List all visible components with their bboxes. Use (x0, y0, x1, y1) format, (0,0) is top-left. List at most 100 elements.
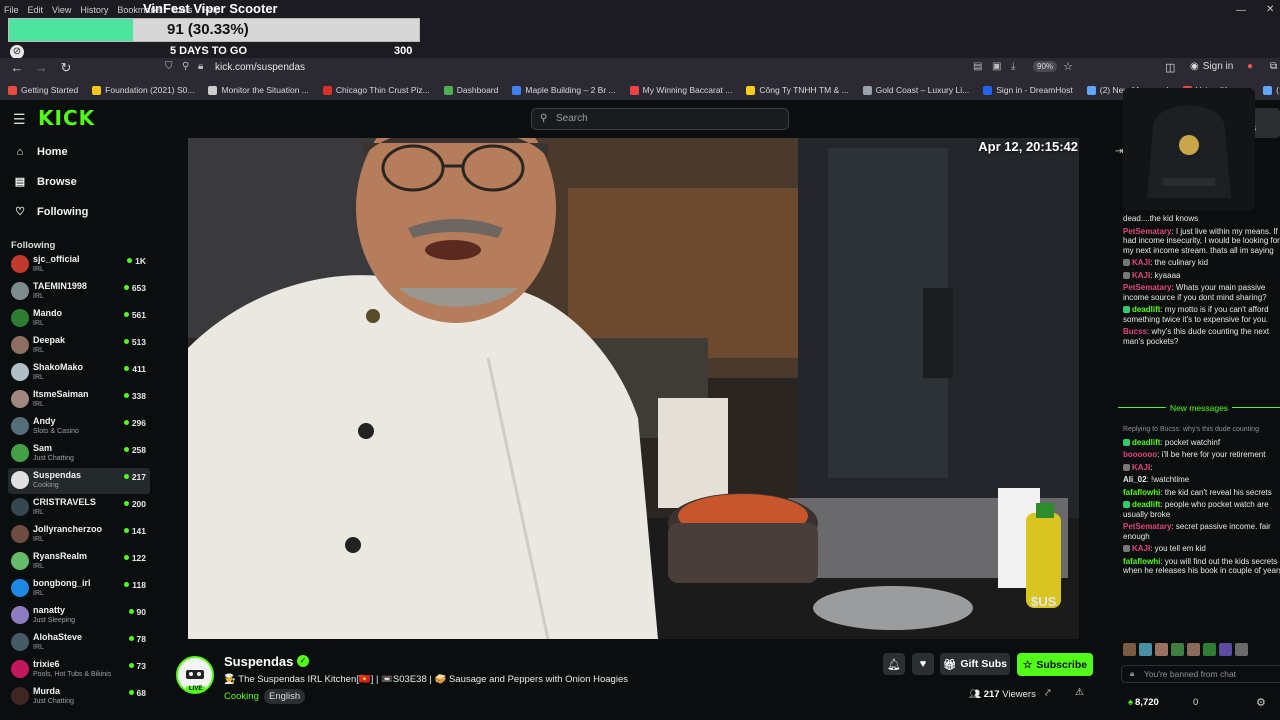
chat-message[interactable]: Ali_02: !watchtime (1123, 475, 1280, 485)
gear-icon[interactable]: ⚙ (1256, 696, 1266, 709)
channel-row[interactable]: Sam Just Chatting 258 (8, 441, 150, 467)
shield-icon[interactable]: ⛉ (165, 61, 173, 72)
tab-favicon-icon[interactable]: ⊘ (10, 45, 24, 59)
bookmark-item[interactable]: Maple Building – 2 Br ... (512, 85, 616, 95)
chat-username[interactable]: boooooo (1123, 450, 1157, 459)
category-link[interactable]: Cooking (224, 691, 259, 702)
follow-button[interactable]: ♥ (912, 653, 934, 675)
gift-subs-button[interactable]: 🎁︎ Gift Subs (940, 653, 1010, 675)
hamburger-menu-icon[interactable]: ☰ (13, 111, 26, 128)
channel-row[interactable]: Jollyrancherzoo IRL 141 (8, 522, 150, 548)
streamer-name[interactable]: Suspendas (224, 654, 293, 669)
download-icon[interactable]: ⤓ (1011, 61, 1015, 72)
chat-username[interactable]: fafaflowhi (1123, 557, 1160, 566)
collapse-chat-icon[interactable]: ⇥ (1115, 146, 1123, 157)
chat-reply-context[interactable]: Replying to Bucss: why's this dude count… (1123, 424, 1280, 435)
address-bar[interactable]: ⛉ ⚲ 🔒︎ kick.com/suspendas ▤ ▣ ⤓ ☆ (160, 59, 1090, 78)
chat-message[interactable]: PetSematary: Whats your main passive inc… (1123, 283, 1280, 302)
bookmark-item[interactable]: Dashboard (443, 85, 498, 95)
emote-icon[interactable] (1123, 643, 1136, 656)
kick-logo[interactable]: KICK (38, 106, 95, 130)
bookmark-item[interactable]: Chicago Thin Crust Piz... (322, 85, 430, 95)
bookmark-star-icon[interactable]: ☆ (1063, 60, 1073, 73)
channel-row[interactable]: Suspendas Cooking 217 (8, 468, 150, 494)
chat-username[interactable]: KAJI (1132, 258, 1150, 267)
channel-row[interactable]: bongbong_irl IRL 118 (8, 576, 150, 602)
chat-message[interactable]: KAJI: you tell em kid (1123, 544, 1280, 554)
back-icon[interactable]: ← (8, 60, 26, 75)
minimize-icon[interactable]: — (1236, 5, 1246, 16)
bookmark-item[interactable]: Gold Coast – Luxury Li... (862, 85, 969, 95)
chat-username[interactable]: Ali_02 (1123, 475, 1147, 484)
channel-row[interactable]: Murda Just Chatting 68 (8, 684, 150, 710)
channel-row[interactable]: AlohaSteve IRL 78 (8, 630, 150, 656)
chat-username[interactable]: PetSematary (1123, 283, 1171, 292)
extensions-menu-icon[interactable]: ⧉ (1270, 61, 1277, 72)
chat-username[interactable]: Bucss (1123, 327, 1147, 336)
channel-row[interactable]: Andy Slots & Casino 296 (8, 414, 150, 440)
new-messages-divider[interactable]: New messages (1118, 403, 1280, 413)
chat-message[interactable]: deadlift: my motto is if you can't affor… (1123, 305, 1280, 324)
report-icon[interactable]: ⚠ (1075, 687, 1084, 698)
bookmark-item[interactable]: (1) New Messag (1263, 85, 1280, 95)
channel-row[interactable]: TAEMIN1998 IRL 653 (8, 279, 150, 305)
emote-icon[interactable] (1203, 643, 1216, 656)
notification-bell-button[interactable]: 🔔︎ (883, 653, 905, 675)
bookmark-item[interactable]: Công Ty TNHH TM & ... (746, 85, 849, 95)
channel-row[interactable]: nanatty Just Sleeping 90 (8, 603, 150, 629)
chat-message[interactable]: Bucss: why's this dude counting the next… (1123, 327, 1280, 346)
chat-message[interactable]: deadlift: people who pocket watch are us… (1123, 500, 1280, 519)
menu-file[interactable]: File (4, 5, 19, 19)
chat-username[interactable]: deadlift (1132, 305, 1160, 314)
forward-icon[interactable]: → (32, 60, 50, 75)
channel-row[interactable]: Deepak IRL 513 (8, 333, 150, 359)
subscribe-button[interactable]: ☆ Subscribe (1017, 653, 1093, 676)
chat-username[interactable]: deadlift (1132, 500, 1160, 509)
bookmark-item[interactable]: Foundation (2021) S0... (92, 85, 194, 95)
close-window-icon[interactable]: ✕ (1266, 4, 1274, 15)
channel-row[interactable]: trixie6 Pools, Hot Tubs & Bikinis 73 (8, 657, 150, 683)
chat-message[interactable]: KAJI: kyaaaa (1123, 271, 1280, 281)
chat-message[interactable]: PetSematary: secret passive income. fair… (1123, 522, 1280, 541)
sign-in-button[interactable]: ◉ Sign in (1190, 61, 1233, 72)
chat-message[interactable]: boooooo: i'll be here for your retiremen… (1123, 450, 1280, 460)
reload-icon[interactable]: ↻ (57, 60, 75, 76)
chat-username[interactable]: KAJI (1132, 271, 1150, 280)
menu-edit[interactable]: Edit (28, 5, 44, 19)
url-text[interactable]: kick.com/suspendas (215, 62, 305, 73)
bookmark-item[interactable]: Sign in - DreamHost (983, 85, 1073, 95)
chat-message[interactable]: fafaflowhi: the kid can't reveal his sec… (1123, 488, 1280, 498)
chat-message[interactable]: KAJI: (1123, 463, 1280, 473)
permissions-icon[interactable]: ⚲ (182, 61, 189, 72)
chat-message[interactable]: dead....the kid knows (1123, 214, 1280, 224)
menu-history[interactable]: History (80, 5, 108, 19)
chat-username[interactable]: KAJI (1132, 544, 1150, 553)
sidebar-toggle-icon[interactable]: ◫ (1165, 61, 1175, 74)
sidebar-item-following[interactable]: ♡ Following (13, 205, 88, 219)
channel-row[interactable]: RyansRealm IRL 122 (8, 549, 150, 575)
chat-username[interactable]: deadlift (1132, 438, 1160, 447)
emote-icon[interactable] (1171, 643, 1184, 656)
emote-icon[interactable] (1219, 643, 1232, 656)
channel-row[interactable]: ItsmeSaiman IRL 338 (8, 387, 150, 413)
sidebar-item-browse[interactable]: ▤ Browse (13, 175, 77, 189)
channel-row[interactable]: Mando IRL 561 (8, 306, 150, 332)
chat-username[interactable]: PetSematary (1123, 227, 1171, 236)
search-input[interactable]: ⚲ Search (531, 108, 789, 130)
channel-row[interactable]: CRISTRAVELS IRL 200 (8, 495, 150, 521)
chat-message[interactable]: deadlift: pocket watchinf (1123, 438, 1280, 448)
emote-icon[interactable] (1139, 643, 1152, 656)
menu-view[interactable]: View (52, 5, 71, 19)
chat-input[interactable]: 🔒︎ You're banned from chat (1121, 665, 1280, 683)
reader-view-icon[interactable]: ▤ (973, 61, 982, 72)
video-player[interactable]: Apr 12, 20:15:42 $US (188, 138, 1079, 639)
share-icon[interactable]: ⤤ (1045, 688, 1051, 699)
chat-username[interactable]: fafaflowhi (1123, 488, 1160, 497)
chat-message[interactable]: fafaflowhi: you will find out the kids s… (1123, 557, 1280, 576)
language-tag[interactable]: English (264, 689, 306, 704)
bookmark-item[interactable]: My Winning Baccarat ... (629, 85, 732, 95)
chat-username[interactable]: KAJI (1132, 463, 1150, 472)
kicks-balance[interactable]: ♠ 8,720 (1128, 697, 1159, 708)
chat-message[interactable]: PetSematary: I just live within my means… (1123, 227, 1280, 256)
sidebar-item-home[interactable]: ⌂ Home (13, 146, 68, 158)
